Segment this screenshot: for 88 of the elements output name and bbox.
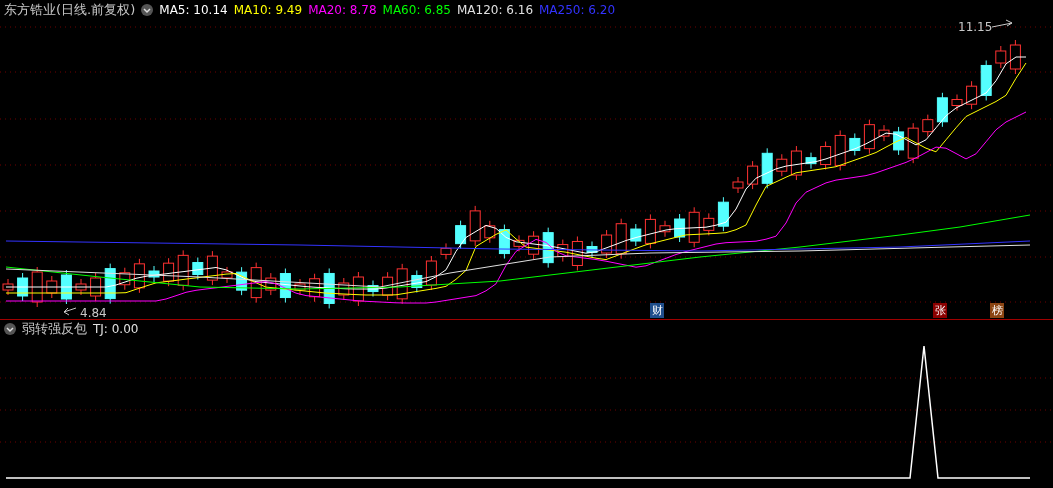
candlestick [790,145,802,181]
candlestick [674,213,686,243]
candlestick [484,220,496,244]
candlestick [922,114,934,138]
candlestick [396,263,408,305]
candlestick [31,266,43,308]
candlestick [717,196,729,232]
event-marker: 张 [933,303,947,319]
candlestick [747,160,759,190]
low-price-label: 4.84 [80,306,107,320]
candlestick [148,265,160,283]
candlestick [820,141,832,171]
candlestick [615,218,627,260]
candlestick [951,94,963,112]
candlestick [469,205,481,247]
candlestick [966,80,978,110]
candlestick [980,60,992,102]
candlestick [236,266,248,296]
event-marker: 财 [650,303,664,319]
candlestick [352,271,364,307]
candlestick [323,268,335,310]
candlestick [163,257,175,287]
high-price-label: 11.15 [958,20,993,35]
candlestick [60,269,72,305]
candlestick [557,239,569,263]
ma-legend: MA5: 10.14 [159,2,228,17]
candlestick [206,250,218,286]
candlestick [17,272,29,302]
candlestick [104,263,116,305]
candlestick [528,230,540,260]
candlestick [601,229,613,259]
candlestick [46,275,58,299]
ma-legend: MA10: 9.49 [233,2,303,17]
candlestick [630,223,642,247]
candlestick [542,227,554,269]
candlestick [1009,39,1021,75]
candlestick [498,224,510,260]
candlestick [455,220,467,250]
candlestick [761,147,773,189]
indicator-value: TJ: 0.00 [93,322,139,336]
candlestick [893,126,905,156]
candlestick [367,280,379,298]
ma-legend: MA120: 6.16 [456,2,533,17]
candlestick [309,273,321,303]
candlestick [863,119,875,155]
candlestick [586,241,598,259]
ma-legend: MA20: 8.78 [308,2,377,17]
candlestick [878,124,890,142]
candlestick [805,152,817,170]
candlestick [177,250,189,291]
candlestick [776,153,788,177]
arrow-icon [991,19,1013,28]
event-marker: 榜 [990,303,1004,319]
candlestick [688,206,700,248]
candlestick [119,267,131,291]
candlestick [411,270,423,294]
candlestick [192,257,204,281]
candlestick [338,277,350,301]
candlestick [265,272,277,296]
candlestick [382,271,394,301]
candlestick [732,176,744,194]
candlestick [75,278,87,296]
candlestick [440,243,452,260]
candlestick [250,262,262,304]
candlestick [936,92,948,128]
candlestick [513,235,525,252]
arrow-icon [63,307,77,316]
candlestick [133,258,145,294]
chart-title: 东方锆业(日线.前复权) [4,0,136,19]
dropdown-icon[interactable] [4,323,16,335]
candlestick [90,272,102,302]
candlestick [279,268,291,304]
candlestick [221,266,233,284]
candlestick [995,45,1007,69]
candlestick [2,278,14,296]
candlestick [294,278,306,296]
candlestick [644,214,656,249]
dropdown-icon[interactable] [141,3,154,16]
candlestick [849,133,861,157]
ma-legend: MA60: 6.85 [382,2,451,17]
ma-legend: MA250: 6.20 [539,2,616,17]
candlestick [834,130,846,172]
candlestick [659,220,671,238]
candlestick [425,255,437,291]
candlestick [703,213,715,236]
indicator-title: 弱转强反包 [22,320,87,338]
candlestick [571,236,583,272]
candlestick [907,122,919,164]
